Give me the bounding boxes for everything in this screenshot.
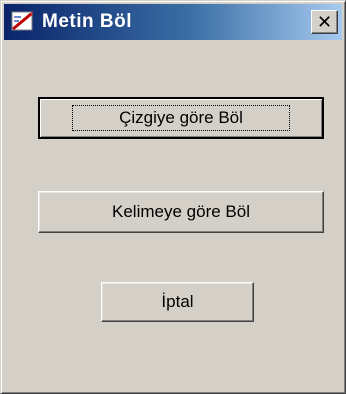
pencil-document-icon <box>10 11 36 33</box>
title-bar[interactable]: Metin Böl ✕ <box>4 4 342 40</box>
close-button[interactable]: ✕ <box>311 10 338 34</box>
dialog-window: Metin Böl ✕ Çizgiye göre Böl Kelimeye gö… <box>0 0 346 394</box>
split-by-word-label: Kelimeye göre Böl <box>112 202 250 221</box>
close-icon: ✕ <box>316 12 333 32</box>
window-title: Metin Böl <box>42 11 132 32</box>
cancel-label: İptal <box>161 292 194 311</box>
split-by-line-button[interactable]: Çizgiye göre Böl <box>38 97 324 139</box>
split-by-word-button[interactable]: Kelimeye göre Böl <box>38 191 324 233</box>
split-by-line-label: Çizgiye göre Böl <box>72 105 290 131</box>
cancel-button[interactable]: İptal <box>101 282 254 322</box>
